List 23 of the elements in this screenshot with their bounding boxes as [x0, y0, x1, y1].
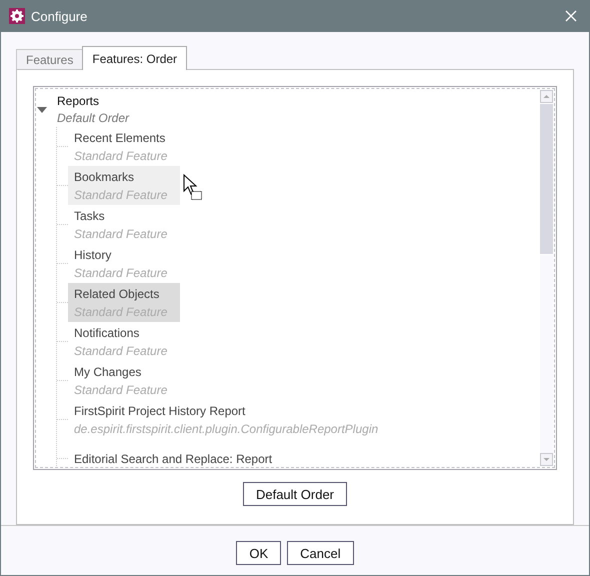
scrollbar[interactable] — [540, 90, 553, 466]
tree-node[interactable]: Editorial Search and Replace: Report — [68, 439, 278, 466]
window-title: Configure — [31, 8, 88, 24]
gear-icon — [9, 8, 25, 24]
scroll-down-icon[interactable] — [540, 453, 553, 466]
dialog-button[interactable]: Cancel — [287, 541, 354, 565]
tab[interactable]: Features: Order — [82, 46, 188, 70]
scroll-up-icon[interactable] — [540, 90, 553, 103]
tree-node[interactable]: Reports Default Order — [57, 90, 130, 127]
tree-node[interactable]: My Changes Standard Feature — [68, 361, 180, 400]
drag-cursor-icon — [183, 174, 203, 200]
tree-node[interactable]: Notifications Standard Feature — [68, 322, 180, 361]
expanded-triangle-icon[interactable] — [37, 107, 47, 114]
tree-node[interactable]: Tasks Standard Feature — [68, 205, 180, 244]
tree-node[interactable]: Recent Elements Standard Feature — [68, 127, 180, 166]
tree-node[interactable]: Bookmarks Standard Feature — [68, 166, 180, 205]
scroll-thumb[interactable] — [540, 104, 553, 254]
close-icon[interactable] — [565, 10, 577, 22]
default-order-button[interactable]: Default Order — [242, 482, 348, 506]
dialog-button[interactable]: OK — [236, 541, 282, 565]
tree-node[interactable]: FirstSpirit Project History Report de.espirit.firstspirit.client.plugin.ConfigurableReportPlugin — [68, 400, 384, 439]
tab[interactable]: Features — [16, 49, 84, 69]
tree-node[interactable]: History Standard Feature — [68, 244, 180, 283]
